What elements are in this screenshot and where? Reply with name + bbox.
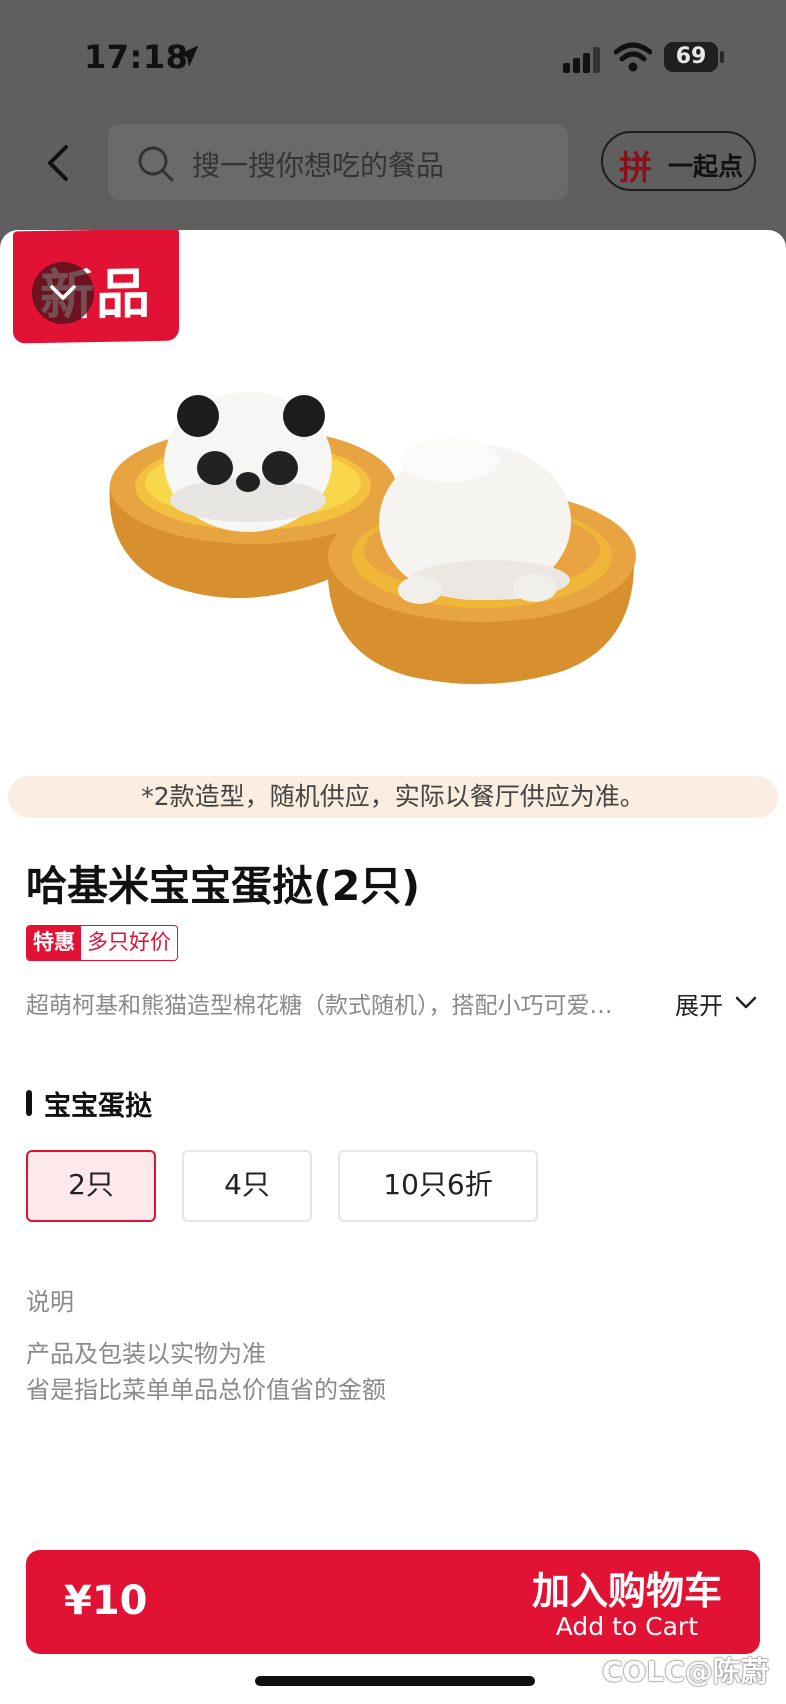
cellular-signal-icon — [563, 47, 600, 73]
back-arrow-icon[interactable] — [40, 141, 80, 185]
promo-tag-label: 特惠 — [27, 926, 81, 960]
option-section-label: 宝宝蛋挞 — [44, 1091, 152, 1122]
price: ¥10 — [64, 1578, 148, 1624]
add-to-cart-label-en: Add to Cart — [555, 1612, 698, 1641]
chevron-down-icon — [50, 285, 76, 300]
option-section-title: 宝宝蛋挞 — [26, 1084, 152, 1123]
promo-tag-text: 多只好价 — [87, 930, 171, 954]
notes-line: 省是指比菜单单品总价值省的金额 — [26, 1376, 386, 1404]
chevron-down-icon — [735, 996, 757, 1009]
expand-description-button[interactable]: 展开 — [675, 986, 757, 1021]
section-marker — [26, 1090, 32, 1116]
expand-label: 展开 — [675, 992, 723, 1020]
battery-level: 69 — [675, 44, 707, 69]
location-arrow-icon — [177, 45, 199, 67]
promo-tag: 特惠 多只好价 — [26, 925, 178, 961]
product-image — [109, 392, 636, 685]
product-description: 超萌柯基和熊猫造型棉花糖（款式随机），搭配小巧可爱… — [26, 993, 613, 1019]
option-10-pieces[interactable]: 10只6折 — [338, 1150, 538, 1222]
product-title: 哈基米宝宝蛋挞(2只) — [26, 862, 421, 910]
group-icon: 拼 — [619, 148, 652, 187]
add-to-cart-label: 加入购物车 — [531, 1569, 722, 1613]
search-icon — [138, 146, 174, 182]
product-detail-sheet: 新品 *2款造型，随机供应，实际以餐厅供应为准。 哈基米宝宝蛋挞(2只) 特惠 … — [0, 230, 786, 1704]
home-indicator[interactable] — [255, 1676, 535, 1686]
notes-line: 产品及包装以实物为准 — [26, 1340, 266, 1368]
status-time: 17:18 — [84, 38, 189, 76]
group-order-button[interactable]: 拼 一起点 — [601, 131, 756, 191]
search-input[interactable]: 搜一搜你想吃的餐品 — [108, 124, 568, 200]
add-to-cart-button[interactable]: ¥10 加入购物车 Add to Cart — [26, 1550, 760, 1654]
collapse-sheet-button[interactable] — [32, 262, 94, 324]
status-bar: 17:18 69 — [0, 0, 786, 110]
supply-notice: *2款造型，随机供应，实际以餐厅供应为准。 — [8, 776, 778, 818]
option-4-pieces[interactable]: 4只 — [182, 1150, 312, 1222]
search-placeholder: 搜一搜你想吃的餐品 — [192, 149, 445, 182]
option-2-pieces[interactable]: 2只 — [26, 1150, 156, 1222]
battery-icon: 69 — [664, 42, 718, 72]
battery-tip — [720, 51, 724, 63]
wifi-icon — [614, 42, 652, 72]
watermark: COLC@陈蔚 — [602, 1655, 769, 1688]
notes-heading: 说明 — [26, 1288, 74, 1316]
group-order-label: 一起点 — [668, 152, 744, 181]
